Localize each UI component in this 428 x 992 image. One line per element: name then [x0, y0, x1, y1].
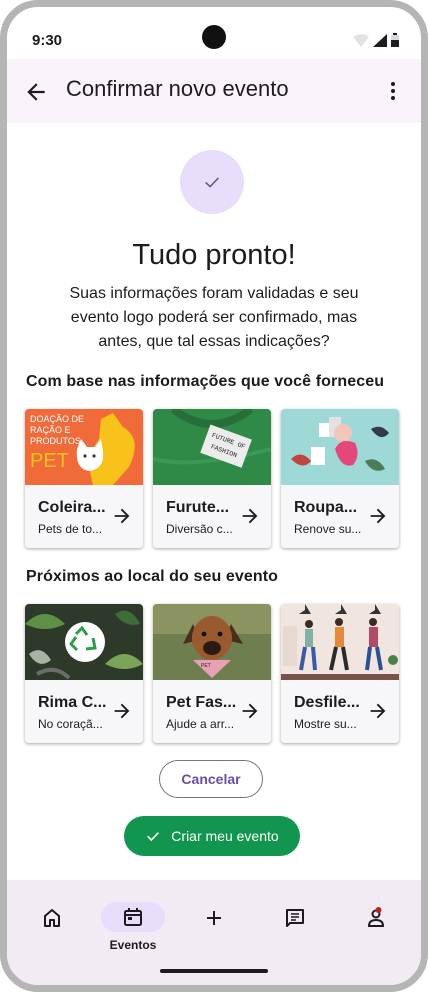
status-bar: 9:30: [7, 7, 421, 59]
nav-home-indicator: [20, 902, 84, 934]
recommendation-card[interactable]: Desfile... Mostre su...: [281, 604, 399, 743]
arrow-forward-icon: [370, 508, 386, 524]
nav-home[interactable]: [20, 902, 84, 952]
page-title: Confirmar novo evento: [66, 76, 289, 101]
create-event-button[interactable]: Criar meu evento: [124, 816, 300, 856]
nav-events-label: Eventos: [109, 938, 157, 952]
more-vert-icon[interactable]: [381, 79, 405, 103]
card-title: Desfile...: [294, 694, 360, 711]
svg-text:PRODUTOS: PRODUTOS: [30, 436, 81, 446]
card-subtitle: No coraçã...: [38, 717, 103, 731]
nav-messages-indicator: [263, 902, 327, 934]
camera-cutout: [202, 25, 226, 49]
svg-text:RAÇÃO E: RAÇÃO E: [30, 425, 71, 435]
arrow-forward-icon: [242, 508, 258, 524]
check-icon: [205, 177, 219, 188]
card-title: Roupa...: [294, 499, 358, 516]
nav-events-indicator: [101, 902, 165, 932]
person-icon: [367, 907, 385, 927]
svg-text:PET: PET: [30, 450, 69, 472]
cancel-button-label: Cancelar: [181, 771, 241, 787]
create-event-button-label: Criar meu evento: [171, 828, 279, 844]
card-image-clothes-collage: [281, 409, 399, 485]
home-indicator[interactable]: [160, 969, 268, 973]
arrow-forward-icon: [114, 508, 130, 524]
arrow-back-icon[interactable]: [23, 79, 49, 105]
card-subtitle: Renove su...: [294, 522, 362, 536]
confirmation-headline: Tudo pronto!: [132, 239, 296, 271]
status-icons: [353, 33, 399, 47]
check-icon: [147, 832, 160, 842]
card-title: Rima C...: [38, 694, 107, 711]
calendar-icon: [124, 908, 142, 926]
arrow-forward-icon: [114, 703, 130, 719]
chat-icon: [286, 909, 304, 927]
card-image-dog-bandana: PET: [153, 604, 271, 680]
arrow-forward-icon: [242, 703, 258, 719]
nav-profile-indicator: [344, 902, 408, 934]
nav-profile[interactable]: [344, 902, 408, 952]
card-subtitle: Pets de to...: [38, 522, 103, 536]
section-title-nearby: Próximos ao local do seu evento: [26, 568, 279, 585]
card-title: Coleira...: [38, 499, 106, 516]
recommendation-card[interactable]: Rima C... No coraçã...: [25, 604, 143, 743]
card-image-future-of-fashion: FUTURE OF FASHION: [153, 409, 271, 485]
success-badge: [180, 150, 244, 214]
nav-add[interactable]: [182, 902, 246, 952]
card-image-fashion-show: [281, 604, 399, 680]
card-image-pet-donation: DOAÇÃO DE RAÇÃO E PRODUTOS PET: [25, 409, 143, 485]
phone-frame: 9:30 Confirmar novo evento Tudo pronto! …: [0, 0, 428, 992]
card-subtitle: Mostre su...: [294, 717, 357, 731]
top-app-bar: Confirmar novo evento: [7, 59, 421, 123]
section-title-based-on-info: Com base nas informações que você fornec…: [26, 373, 385, 390]
arrow-forward-icon: [370, 703, 386, 719]
recommendation-card[interactable]: FUTURE OF FASHION Furute... Diversão c..…: [153, 409, 271, 548]
nav-events[interactable]: Eventos: [101, 902, 165, 952]
recommendation-card[interactable]: DOAÇÃO DE RAÇÃO E PRODUTOS PET Coleira..…: [25, 409, 143, 548]
card-subtitle: Ajude a arr...: [166, 717, 235, 731]
card-image-recycling: [25, 604, 143, 680]
card-title: Furute...: [166, 499, 230, 516]
add-icon: [207, 911, 221, 925]
cancel-button[interactable]: Cancelar: [159, 760, 263, 798]
confirmation-description: Suas informações foram validadas e seu e…: [69, 285, 359, 350]
svg-text:DOAÇÃO DE: DOAÇÃO DE: [30, 414, 84, 424]
card-title: Pet Fas...: [166, 694, 237, 711]
recommendation-card[interactable]: PET Pet Fas... Ajude a arr...: [153, 604, 271, 743]
svg-text:PET: PET: [201, 663, 211, 669]
screen: 9:30 Confirmar novo evento Tudo pronto! …: [7, 7, 421, 985]
battery-icon: [391, 33, 399, 47]
status-time: 9:30: [32, 32, 63, 49]
recommendation-cards-2: Rima C... No coraçã... PET Pet Fas... Aj…: [25, 604, 399, 743]
home-icon: [44, 909, 60, 927]
recommendation-card[interactable]: Roupa... Renove su...: [281, 409, 399, 548]
wifi-icon: [353, 33, 369, 47]
nav-messages[interactable]: [263, 902, 327, 952]
card-subtitle: Diversão c...: [166, 522, 233, 536]
nav-add-indicator: [182, 902, 246, 934]
signal-icon: [373, 33, 387, 47]
bottom-navigation: Eventos: [7, 880, 421, 985]
recommendation-cards-1: DOAÇÃO DE RAÇÃO E PRODUTOS PET Coleira..…: [25, 409, 399, 548]
